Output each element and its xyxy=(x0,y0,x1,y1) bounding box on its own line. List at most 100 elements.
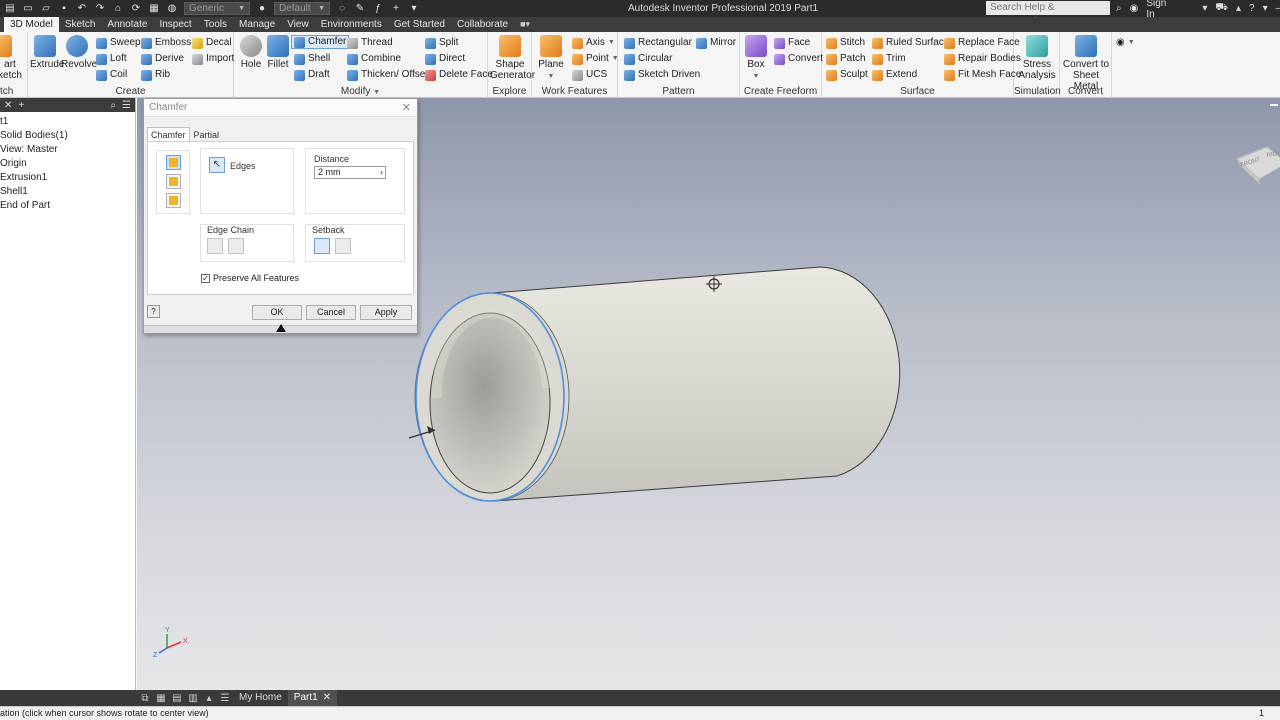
apply-button[interactable]: Apply xyxy=(360,305,412,320)
plane-button[interactable]: Plane ▼ xyxy=(536,35,566,82)
adjust-icon[interactable]: ✎ xyxy=(354,3,366,15)
sweep-button[interactable]: Sweep xyxy=(96,36,141,50)
stress-analysis-button[interactable]: Stress Analysis xyxy=(1017,35,1057,81)
convert-sheet-metal-button[interactable]: Convert to Sheet Metal xyxy=(1062,35,1110,92)
tab-my-home[interactable]: My Home xyxy=(233,690,288,706)
tab-tools[interactable]: Tools xyxy=(198,17,233,32)
tab-partial[interactable]: Partial xyxy=(190,127,224,141)
cancel-button[interactable]: Cancel xyxy=(306,305,356,320)
add-icon[interactable]: + xyxy=(18,100,24,111)
redo-icon[interactable]: ↷ xyxy=(94,3,106,15)
all-tangent-edges-button[interactable] xyxy=(207,238,223,254)
draft-button[interactable]: Draft xyxy=(294,68,330,82)
emboss-button[interactable]: Emboss xyxy=(141,36,191,50)
shell-button[interactable]: Shell xyxy=(294,52,330,66)
chevron-down-icon[interactable]: ▾ xyxy=(1202,3,1207,14)
tab-3d-model[interactable]: 3D Model xyxy=(4,17,59,32)
axis-button[interactable]: Axis ▼ xyxy=(572,36,615,50)
ribbon-options-button[interactable]: ◉ ▼ xyxy=(1116,36,1135,50)
tab-manage[interactable]: Manage xyxy=(233,17,281,32)
viewcube[interactable]: FRONT RIGHT xyxy=(1236,146,1280,185)
combine-button[interactable]: Combine xyxy=(347,52,401,66)
home-icon[interactable]: ⌂ xyxy=(112,3,124,15)
appearance-combo[interactable]: Generic ▼ xyxy=(184,2,250,15)
mirror-button[interactable]: Mirror xyxy=(696,36,736,50)
tube-part[interactable] xyxy=(414,266,901,502)
update-icon[interactable]: ⟳ xyxy=(130,3,142,15)
document-list-icon[interactable]: ▴ xyxy=(201,693,217,704)
hole-button[interactable]: Hole xyxy=(238,35,264,70)
close-icon[interactable]: ✕ xyxy=(402,99,411,117)
ribbon-toggle-icon[interactable]: ■▾ xyxy=(514,17,536,32)
help-icon[interactable]: ? xyxy=(147,305,160,318)
ucs-button[interactable]: UCS xyxy=(572,68,607,82)
panel-label-modify[interactable]: Modify ▼ xyxy=(234,86,487,97)
setback-off-button[interactable] xyxy=(335,238,351,254)
save-icon[interactable]: ▪ xyxy=(58,3,70,15)
tile-horizontal-icon[interactable]: ▤ xyxy=(169,693,185,704)
tile-vertical-icon[interactable]: ▦ xyxy=(153,693,169,704)
file-menu-icon[interactable]: ▤ xyxy=(4,3,16,15)
fit-mesh-face-button[interactable]: Fit Mesh Face xyxy=(944,68,1021,82)
trim-button[interactable]: Trim xyxy=(872,52,906,66)
revolve-button[interactable]: Revolve xyxy=(61,35,97,70)
tab-sketch[interactable]: Sketch xyxy=(59,17,102,32)
patch-button[interactable]: Patch xyxy=(826,52,866,66)
chevron-down-icon[interactable]: ▾ xyxy=(1263,3,1268,14)
tab-view[interactable]: View xyxy=(281,17,315,32)
tab-collaborate[interactable]: Collaborate xyxy=(451,17,514,32)
rib-button[interactable]: Rib xyxy=(141,68,170,82)
menu-icon[interactable]: ☰ xyxy=(122,100,131,111)
minimize-icon[interactable]: — xyxy=(1276,3,1280,14)
tree-item-end-of-part[interactable]: End of Part xyxy=(0,199,135,213)
fillet-button[interactable]: Fillet xyxy=(265,35,291,70)
open-icon[interactable]: ▱ xyxy=(40,3,52,15)
cart-icon[interactable]: ⛟ xyxy=(1215,2,1228,15)
chevron-right-icon[interactable]: › xyxy=(380,167,383,178)
delete-face-button[interactable]: Delete Face xyxy=(425,68,493,82)
repair-bodies-button[interactable]: Repair Bodies xyxy=(944,52,1021,66)
point-button[interactable]: Point ▼ xyxy=(572,52,619,66)
split-button[interactable]: Split xyxy=(425,36,458,50)
loft-button[interactable]: Loft xyxy=(96,52,127,66)
tree-item-shell1[interactable]: Shell1 xyxy=(0,185,135,199)
replace-face-button[interactable]: Replace Face xyxy=(944,36,1020,50)
coil-button[interactable]: Coil xyxy=(96,68,127,82)
clear-override-icon[interactable]: ◌ xyxy=(336,3,348,15)
import-button[interactable]: Import xyxy=(192,52,234,66)
distance-method-button[interactable] xyxy=(166,155,181,170)
rectangular-pattern-button[interactable]: Rectangular xyxy=(624,36,692,50)
material-combo[interactable]: Default ▼ xyxy=(274,2,330,15)
account-icon[interactable]: ▴ xyxy=(1236,3,1241,14)
start-sketch-button[interactable]: art ketch xyxy=(0,35,22,81)
tab-environments[interactable]: Environments xyxy=(315,17,388,32)
thicken-offset-button[interactable]: Thicken/ Offset xyxy=(347,68,428,82)
extrude-button[interactable]: Extrude xyxy=(30,35,64,70)
fx-icon[interactable]: ƒ xyxy=(372,3,384,15)
distance-input[interactable]: 2 mm › xyxy=(314,166,386,179)
preserve-all-features-checkbox[interactable]: ✓ Preserve All Features xyxy=(201,273,299,283)
derive-button[interactable]: Derive xyxy=(141,52,184,66)
sculpt-button[interactable]: Sculpt xyxy=(826,68,868,82)
close-icon[interactable]: ✕ xyxy=(4,100,12,111)
search-input[interactable]: Search Help & Commands... xyxy=(986,1,1110,27)
nav-bar-toggle-icon[interactable] xyxy=(1270,104,1278,106)
decal-button[interactable]: Decal xyxy=(192,36,232,50)
select-icon[interactable]: ▦ xyxy=(148,3,160,15)
tab-inspect[interactable]: Inspect xyxy=(153,17,197,32)
ruled-surface-button[interactable]: Ruled Surface xyxy=(872,36,949,50)
measure-icon[interactable]: ◍ xyxy=(166,3,178,15)
new-icon[interactable]: ▭ xyxy=(22,3,34,15)
chamfer-button[interactable]: Chamfer xyxy=(291,35,350,49)
tab-get-started[interactable]: Get Started xyxy=(388,17,451,32)
tile-icon[interactable]: ⧉ xyxy=(137,693,153,704)
search-icon[interactable]: ⌕ xyxy=(110,100,116,111)
help-icon[interactable]: ? xyxy=(1249,3,1255,14)
dialog-title-bar[interactable]: Chamfer ✕ xyxy=(144,99,417,117)
dialog-expander[interactable] xyxy=(144,324,417,333)
two-distances-method-button[interactable] xyxy=(166,193,181,208)
search-icon[interactable]: ⌕ xyxy=(1116,3,1122,14)
edges-select-button[interactable]: ↖ xyxy=(209,157,225,173)
direct-button[interactable]: Direct xyxy=(425,52,465,66)
shape-generator-button[interactable]: Shape Generator xyxy=(490,35,535,81)
